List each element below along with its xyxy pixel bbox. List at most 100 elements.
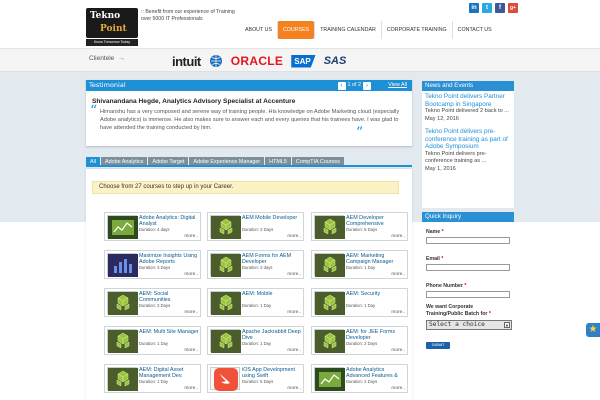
course-card[interactable]: AEM Developer Comprehensive Duration: 5 D… — [311, 212, 408, 241]
course-card[interactable]: Adobe Analytics: Digital Analyst Duration… — [104, 212, 201, 241]
course-more-link[interactable]: more.. — [287, 348, 301, 353]
course-title[interactable]: AEM: for JEE Forms Developer — [346, 329, 408, 341]
tekno-point-logo[interactable]: Tekno Point Know Tomorrow Today — [86, 8, 138, 48]
phone-field[interactable] — [426, 291, 510, 298]
cubes-icon[interactable] — [107, 329, 138, 353]
course-more-link[interactable]: more.. — [391, 348, 405, 353]
course-more-link[interactable]: more.. — [391, 386, 405, 391]
testimonial-pager: ‹ 1 of 2 › — [337, 81, 371, 90]
cubes-icon[interactable] — [314, 215, 345, 239]
course-more-link[interactable]: more.. — [184, 272, 198, 277]
tab-all[interactable]: All — [86, 157, 100, 165]
email-field[interactable] — [426, 264, 510, 271]
course-card[interactable]: AEM: for JEE Forms Developer Duration: 2 … — [311, 326, 408, 355]
course-more-link[interactable]: more.. — [391, 272, 405, 277]
batch-label: We want Corporate Training/Public Batch … — [426, 304, 510, 318]
cubes-icon[interactable] — [210, 253, 241, 277]
submit-button[interactable]: SUBMIT — [426, 342, 450, 349]
cubes-icon[interactable] — [210, 215, 241, 239]
course-title[interactable]: AEM: Security — [346, 291, 408, 297]
batch-select[interactable]: Select a choice ▼ — [426, 320, 512, 330]
view-all-link[interactable]: View All — [388, 81, 407, 90]
nav-training-calendar[interactable]: TRAINING CALENDAR — [314, 21, 381, 39]
course-more-link[interactable]: more.. — [287, 234, 301, 239]
course-card[interactable]: AEM: Marketing Campaign Manager Duration:… — [311, 250, 408, 279]
course-card[interactable]: AEM: Mobile Duration: 1 Day more.. — [207, 288, 304, 317]
star-icon[interactable]: ★ — [586, 323, 600, 337]
intuit-logo: intuit — [172, 53, 201, 69]
course-card[interactable]: AEM: Multi Site Manager Duration: 1 Day mo… — [104, 326, 201, 355]
testimonial-author: Shivanandana Hegde, Analytics Advisory S… — [92, 98, 296, 105]
chart-icon[interactable] — [107, 215, 138, 239]
course-more-link[interactable]: more.. — [184, 348, 198, 353]
cubes-icon[interactable] — [314, 253, 345, 277]
course-title[interactable]: AEM Developer Comprehensive — [346, 215, 408, 227]
course-card[interactable]: Maximize Insights Using Adobe Reports Dur… — [104, 250, 201, 279]
testimonial-title: Testimonial — [89, 81, 126, 89]
news-item-date: May 1, 2016 — [425, 165, 456, 172]
news-item-text: Tekno Point delivered 2 back to ... — [425, 108, 509, 115]
course-title[interactable]: AEM: Marketing Campaign Manager — [346, 253, 408, 265]
course-card[interactable]: iOS App Development using Swift Duration:… — [207, 364, 304, 393]
cubes-icon[interactable] — [107, 367, 138, 391]
cubes-icon[interactable] — [210, 329, 241, 353]
chevron-left-icon[interactable]: ‹ — [337, 81, 346, 90]
globe-icon — [209, 55, 222, 67]
course-title[interactable]: AEM Mobile Developer — [242, 215, 304, 221]
course-title[interactable]: Apache Jackrabbit Deep Dive — [242, 329, 304, 341]
course-title[interactable]: AEM: Social Communities — [139, 291, 201, 303]
tab-adobe-target[interactable]: Adobe Target — [148, 157, 189, 165]
course-card[interactable]: AEM: Security Duration: 1 Day more.. — [311, 288, 408, 317]
facebook-icon[interactable]: f — [495, 3, 505, 13]
course-more-link[interactable]: more.. — [287, 272, 301, 277]
nav-corporate-training[interactable]: CORPORATE TRAINING — [380, 21, 452, 39]
oracle-logo: ORACLE — [230, 54, 284, 68]
course-card[interactable]: Adobe Analytics Advanced Features & Durat… — [311, 364, 408, 393]
course-title[interactable]: Adobe Analytics Advanced Features & — [346, 367, 408, 379]
swift-icon[interactable] — [210, 367, 240, 391]
course-title[interactable]: AEM: Digital Asset Management Dev. — [139, 367, 201, 379]
news-item-title[interactable]: Tekno Point delivers pre-conference trai… — [425, 128, 511, 151]
report-icon[interactable] — [107, 253, 138, 277]
required-mark: * — [488, 311, 491, 317]
nav-contact-us[interactable]: CONTACT US — [451, 21, 497, 39]
course-more-link[interactable]: more.. — [391, 310, 405, 315]
tab-adobe-analytics[interactable]: Adobe Analytics — [101, 157, 148, 165]
nav-about-us[interactable]: ABOUT US — [240, 21, 277, 39]
course-more-link[interactable]: more.. — [184, 310, 198, 315]
tab-comptia-courses[interactable]: CompTIA Courses — [291, 157, 344, 165]
news-item-title[interactable]: Tekno Point delivers Partner Bootcamp in… — [425, 93, 511, 108]
course-title[interactable]: Adobe Analytics: Digital Analyst — [139, 215, 201, 227]
course-duration: Duration: 3 Days — [139, 265, 171, 270]
tab-adobe-experience-manager[interactable]: Adobe Experience Manager — [189, 157, 265, 165]
course-title[interactable]: AEM: Mobile — [242, 291, 304, 297]
course-more-link[interactable]: more.. — [391, 234, 405, 239]
cubes-icon[interactable] — [314, 291, 345, 315]
linkedin-icon[interactable]: in — [469, 3, 479, 13]
chevron-right-icon[interactable]: › — [363, 81, 371, 90]
google-plus-icon[interactable]: g+ — [508, 3, 518, 13]
tab-html5[interactable]: HTML5 — [265, 157, 291, 165]
course-card[interactable]: AEM: Social Communities Duration: 2 Days m… — [104, 288, 201, 317]
course-title[interactable]: AEM: Multi Site Manager — [139, 329, 201, 335]
course-more-link[interactable]: more.. — [184, 386, 198, 391]
cubes-icon[interactable] — [107, 291, 138, 315]
course-more-link[interactable]: more.. — [287, 386, 301, 391]
course-more-link[interactable]: more.. — [184, 234, 198, 239]
chart-icon[interactable] — [314, 367, 345, 391]
course-card[interactable]: AEM: Digital Asset Management Dev. Durati… — [104, 364, 201, 393]
course-card[interactable]: AEM Mobile Developer Duration: 2 Days more… — [207, 212, 304, 241]
course-title[interactable]: AEM Forms for AEM Developer — [242, 253, 304, 265]
nav-courses[interactable]: COURSES — [276, 21, 315, 39]
twitter-icon[interactable]: t — [482, 3, 492, 13]
cubes-icon[interactable] — [314, 329, 345, 353]
clientele-label[interactable]: Clientele → — [89, 55, 125, 62]
course-title[interactable]: Maximize Insights Using Adobe Reports — [139, 253, 201, 265]
cubes-icon[interactable] — [210, 291, 241, 315]
name-field[interactable] — [426, 237, 510, 244]
course-card[interactable]: AEM Forms for AEM Developer Duration: 2 d… — [207, 250, 304, 279]
course-title[interactable]: iOS App Development using Swift — [242, 367, 304, 379]
course-more-link[interactable]: more.. — [287, 310, 301, 315]
choose-courses-banner: Choose from 27 courses to step up in you… — [92, 181, 399, 194]
course-card[interactable]: Apache Jackrabbit Deep Dive Duration: 1 D… — [207, 326, 304, 355]
